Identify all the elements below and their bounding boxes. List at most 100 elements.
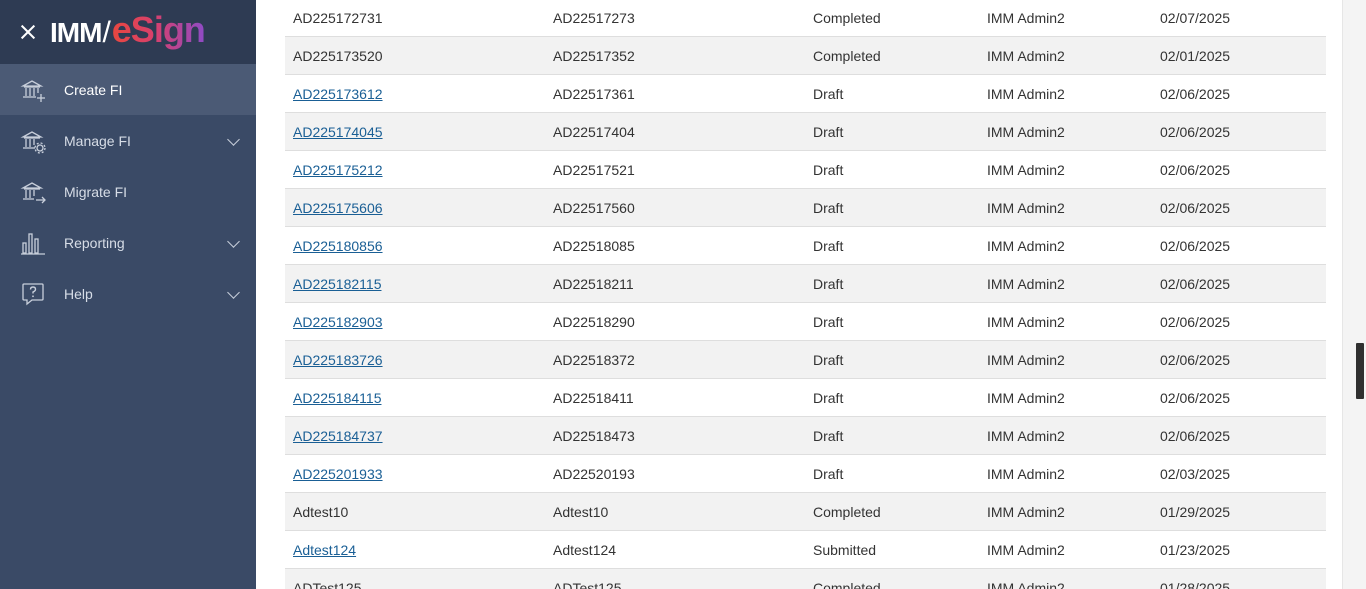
table-row: AD225184737 AD22518473 Draft IMM Admin2 02/0… — [285, 417, 1326, 455]
reference-cell-text: AD22518411 — [553, 389, 634, 406]
status-cell-text: Completed — [813, 10, 881, 26]
sidebar-item-help[interactable]: Help — [0, 268, 256, 319]
record-id-link[interactable]: AD225175212 — [293, 162, 383, 178]
record-id-link[interactable]: AD225173612 — [293, 86, 383, 102]
date-cell: 02/06/2025 — [1152, 238, 1326, 254]
sidebar-item-reporting[interactable]: Reporting — [0, 217, 256, 268]
reference-cell-text: AD22518372 — [553, 351, 635, 368]
user-cell-text: IMM Admin2 — [987, 237, 1065, 254]
record-id-link[interactable]: AD225174045 — [293, 124, 383, 140]
sidebar-item-label: Create FI — [64, 81, 123, 98]
record-id-link[interactable]: AD225201933 — [293, 466, 383, 482]
user-cell: IMM Admin2 — [979, 466, 1152, 482]
bank-gear-icon — [20, 128, 46, 154]
record-id-cell: AD225172731 — [285, 10, 545, 26]
status-cell: Draft — [805, 428, 979, 444]
reference-cell: Adtest124 — [545, 542, 805, 558]
reference-cell: ADTest125 — [545, 580, 805, 589]
status-cell: Submitted — [805, 542, 979, 558]
main-content: AD225172731 AD22517273 Completed IMM Admin2… — [256, 0, 1342, 589]
table-row: AD225180856 AD22518085 Draft IMM Admin2 02/0… — [285, 227, 1326, 265]
status-cell-text: Draft — [813, 427, 844, 444]
date-cell-text: 02/06/2025 — [1160, 237, 1231, 254]
reference-cell: AD22518372 — [545, 352, 805, 368]
logo-imm-text: IMM — [50, 17, 102, 48]
scrollbar-thumb[interactable] — [1356, 343, 1364, 399]
user-cell-text: IMM Admin2 — [987, 351, 1065, 368]
help-bubble-icon — [20, 281, 46, 307]
status-cell-text: Draft — [813, 313, 844, 330]
sidebar-item-create-fi[interactable]: Create FI — [0, 64, 256, 115]
user-cell: IMM Admin2 — [979, 200, 1152, 216]
record-id-link[interactable]: AD225182115 — [293, 276, 381, 292]
reference-cell: AD22518085 — [545, 238, 805, 254]
user-cell-text: IMM Admin2 — [987, 389, 1065, 406]
table-row: AD225173612 AD22517361 Draft IMM Admin2 02/0… — [285, 75, 1326, 113]
chevron-down-icon[interactable] — [227, 234, 240, 248]
sidebar-item-manage-fi[interactable]: Manage FI — [0, 115, 256, 166]
records-table: AD225172731 AD22517273 Completed IMM Admin2… — [285, 0, 1326, 589]
sidebar-item-label: Manage FI — [64, 132, 131, 149]
record-id-link[interactable]: AD225184115 — [293, 390, 381, 406]
record-id-cell: AD225174045 — [285, 124, 545, 140]
chevron-down-icon[interactable] — [227, 132, 240, 146]
close-icon[interactable] — [18, 22, 38, 42]
user-cell-text: IMM Admin2 — [987, 313, 1065, 330]
user-cell: IMM Admin2 — [979, 428, 1152, 444]
status-cell-text: Draft — [813, 123, 844, 140]
status-cell-text: Draft — [813, 161, 844, 178]
reference-cell-text: AD22518211 — [553, 275, 634, 292]
table-row: AD225175212 AD22517521 Draft IMM Admin2 02/0… — [285, 151, 1326, 189]
reference-cell-text: Adtest10 — [553, 503, 609, 520]
chevron-down-icon[interactable] — [227, 285, 240, 299]
date-cell: 02/06/2025 — [1152, 352, 1326, 368]
scrollbar-track[interactable] — [1342, 0, 1366, 589]
user-cell: IMM Admin2 — [979, 504, 1152, 520]
reference-cell: AD22517521 — [545, 162, 805, 178]
reference-cell: AD22517352 — [545, 48, 805, 64]
reference-cell-text: AD22520193 — [553, 465, 635, 482]
record-id-link[interactable]: AD225184737 — [293, 428, 383, 444]
status-cell-text: Draft — [813, 85, 844, 102]
date-cell-text: 02/06/2025 — [1160, 351, 1231, 368]
table-row: AD225184115 AD22518411 Draft IMM Admin2 02/0… — [285, 379, 1326, 417]
sidebar-item-label: Migrate FI — [64, 183, 128, 200]
record-id-link[interactable]: Adtest124 — [293, 542, 356, 558]
status-cell: Completed — [805, 504, 979, 520]
reference-cell: AD22520193 — [545, 466, 805, 482]
record-id-link[interactable]: AD225182903 — [293, 314, 383, 330]
date-cell-text: 01/28/2025 — [1160, 579, 1231, 589]
date-cell-text: 02/06/2025 — [1160, 389, 1231, 406]
date-cell: 02/07/2025 — [1152, 10, 1326, 26]
table-row: AD225183726 AD22518372 Draft IMM Admin2 02/0… — [285, 341, 1326, 379]
reference-cell-text: AD22517404 — [553, 123, 635, 140]
record-id-cell: AD225175606 — [285, 200, 545, 216]
record-id-link[interactable]: AD225183726 — [293, 352, 383, 368]
status-cell: Draft — [805, 124, 979, 140]
table-row: AD225182115 AD22518211 Draft IMM Admin2 02/0… — [285, 265, 1326, 303]
record-id-link[interactable]: AD225180856 — [293, 238, 383, 254]
date-cell: 01/23/2025 — [1152, 542, 1326, 558]
status-cell: Draft — [805, 200, 979, 216]
record-id-cell: AD225175212 — [285, 162, 545, 178]
sidebar-item-migrate-fi[interactable]: Migrate FI — [0, 166, 256, 217]
user-cell-text: IMM Admin2 — [987, 275, 1065, 292]
date-cell-text: 01/29/2025 — [1160, 503, 1231, 520]
reference-cell: AD22517273 — [545, 10, 805, 26]
status-cell-text: Completed — [813, 47, 881, 64]
record-id-link[interactable]: AD225175606 — [293, 200, 383, 216]
status-cell-text: Draft — [813, 389, 844, 406]
status-cell: Draft — [805, 86, 979, 102]
reference-cell: AD22518473 — [545, 428, 805, 444]
status-cell: Completed — [805, 10, 979, 26]
record-id-cell: Adtest124 — [285, 542, 545, 558]
date-cell-text: 01/23/2025 — [1160, 541, 1231, 558]
date-cell: 02/06/2025 — [1152, 86, 1326, 102]
record-id-cell-text: AD225173520 — [293, 47, 383, 64]
date-cell-text: 02/07/2025 — [1160, 10, 1231, 26]
record-id-cell: AD225182115 — [285, 276, 545, 292]
record-id-cell: AD225173612 — [285, 86, 545, 102]
reference-cell-text: AD22518473 — [553, 427, 635, 444]
reference-cell-text: AD22517352 — [553, 47, 635, 64]
record-id-cell: AD225184115 — [285, 390, 545, 406]
